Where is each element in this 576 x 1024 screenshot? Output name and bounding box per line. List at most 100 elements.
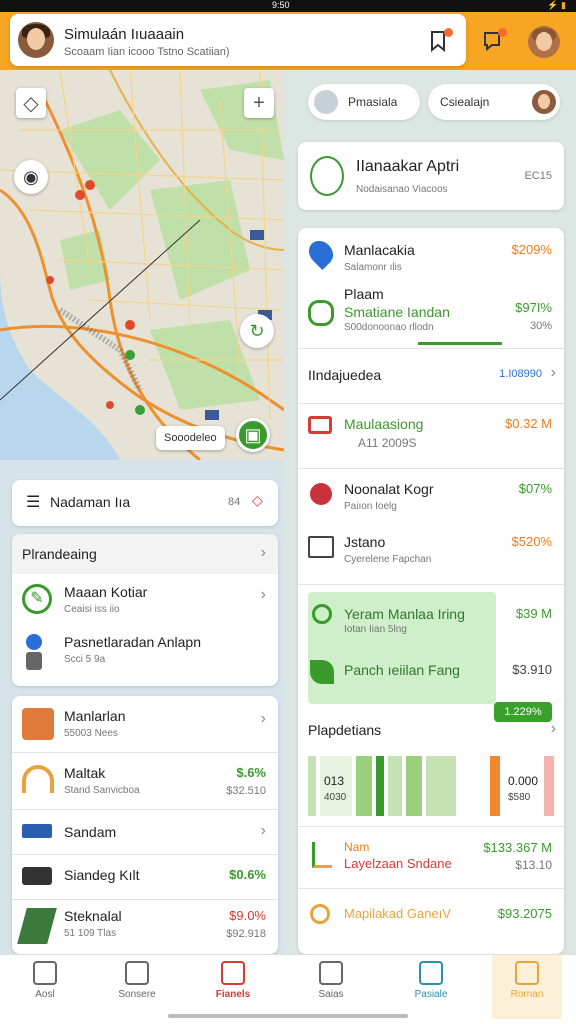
list-item[interactable]: Jstano Cyerelene Fapchan $520% — [298, 524, 564, 584]
list-item-value: $3.910 — [512, 662, 552, 677]
check-icon — [125, 961, 149, 985]
list-item-sub: Scci 5 9a — [64, 654, 106, 665]
list-item[interactable]: Manlarlan 55003 Nees › — [12, 696, 278, 752]
map-action-icon[interactable]: ▣ — [236, 418, 270, 452]
list-item[interactable]: Steknalal 51 109 Tlas $9.0% $92.918 — [12, 900, 278, 954]
bar — [490, 756, 500, 816]
progress-bar — [418, 342, 502, 345]
right-column: Pmasiala Csiealajn IIanaakar Aptri Nodai… — [284, 70, 576, 954]
profile-title: IIanaakar Aptri — [356, 158, 460, 175]
nav-item-stats[interactable]: Saias — [296, 961, 366, 1000]
search-label: Nadaman Iıa — [50, 494, 131, 510]
list-item[interactable]: ✎ Maaan Kotiar Ceaisi iss iio › — [12, 574, 278, 626]
list-item-sub: 51 109 Tlas — [64, 928, 117, 939]
house-icon — [515, 961, 539, 985]
list-item-sub: Stand Sanvicboa — [64, 785, 140, 796]
locate-icon[interactable]: ◇ — [16, 88, 46, 118]
section-header[interactable]: Plapdetians › — [298, 720, 564, 752]
section-title: IIndajuedea — [308, 367, 382, 383]
section-header[interactable]: IIndajuedea 1.I08990 › — [298, 349, 564, 403]
search-count: 84 — [228, 496, 241, 508]
list-item[interactable]: Yeram Manlaa Iring Iotan Iian 5lng $39 M — [298, 592, 564, 644]
list-item[interactable]: Noonalat Kogr Paiıon Ioelg $07% — [298, 469, 564, 523]
flower-icon — [310, 483, 332, 505]
section-header[interactable]: Plrandeaing › — [12, 534, 278, 574]
nav-item-home[interactable]: Aosl — [10, 961, 80, 1000]
list-item[interactable]: Mapilakad GaneıV $93.2075 — [298, 890, 564, 944]
bar-sub: 4030 — [324, 792, 347, 803]
list-item-value2: $92.918 — [226, 928, 266, 940]
list-item[interactable]: Panch ıeiilan Fang $3.910 — [298, 648, 564, 702]
list-item[interactable]: Maltak Stand Sanvicboa $.6% $32.510 — [12, 753, 278, 809]
avatar — [532, 90, 556, 114]
nav-item-more[interactable]: Rornan — [492, 955, 562, 1019]
bar — [356, 756, 372, 816]
user-icon — [314, 90, 338, 114]
list-item-title: Noonalat Kogr — [344, 481, 434, 497]
leaf-icon — [310, 660, 334, 684]
list-item-value: $9.0% — [229, 908, 266, 923]
section-card-2: Manlarlan 55003 Nees › Maltak Stand Sanv… — [12, 696, 278, 954]
list-item[interactable]: Sandam › — [12, 810, 278, 854]
leaf-icon: ✎ — [22, 584, 52, 614]
chevron-right-icon: › — [260, 822, 266, 839]
list-item-title: Yeram Manlaa Iring — [344, 606, 465, 622]
message-icon[interactable] — [482, 28, 507, 52]
road-icon — [17, 908, 57, 944]
list-item-title: Steknalal — [64, 908, 122, 924]
list-item-value2: $13.10 — [515, 858, 552, 872]
bookmark-icon[interactable] — [428, 28, 453, 53]
zoom-in-button[interactable]: + — [244, 88, 274, 118]
app-header: Simulaán Iıuaaain Scoaam Iian icooo Tstn… — [0, 12, 576, 70]
status-icons: ⚡ ▮ — [547, 0, 566, 10]
map-place-label[interactable]: Sooodeleo — [156, 426, 225, 450]
pill-label: Csiealajn — [440, 95, 490, 109]
list-item[interactable]: Maulaasiong A11 2009S $0.32 M — [298, 404, 564, 468]
avatar[interactable] — [18, 22, 54, 58]
list-item-title: Pasnetlaradan Anlapn — [64, 634, 201, 650]
home-indicator[interactable] — [168, 1014, 408, 1018]
filter-pill-1[interactable]: Pmasiala — [308, 84, 420, 120]
lungs-icon — [308, 300, 334, 326]
list-item-value: $.6% — [236, 765, 266, 780]
nav-item-services[interactable]: Sonsere — [102, 961, 172, 1000]
list-item-title: Nam — [344, 840, 370, 854]
list-item[interactable]: Manlacakia Salamonr ılis $209% — [298, 228, 564, 284]
profile-card[interactable]: IIanaakar Aptri Nodaisanao Viacoos EC15 — [298, 142, 564, 210]
tag-icon[interactable]: ◇ — [252, 492, 263, 509]
nav-item-profile[interactable]: Pasiale — [396, 961, 466, 1000]
map-view[interactable]: ◇ + ◉ ↻ Sooodeleo ▣ — [0, 70, 284, 460]
list-item-value2: $32.510 — [226, 785, 266, 797]
list-item[interactable]: Pasnetlaradan Anlapn Scci 5 9a — [12, 626, 278, 682]
document-icon — [308, 536, 334, 558]
list-item-sub: Layelzaan Sndane — [344, 856, 452, 871]
list-item[interactable]: Nam Layelzaan Sndane $133.367 M $13.10 — [298, 828, 564, 888]
section-card-1: Plrandeaing › ✎ Maaan Kotiar Ceaisi iss … — [12, 534, 278, 686]
status-time: 9:50 — [272, 0, 290, 10]
list-item-value: $39 M — [515, 606, 552, 621]
refresh-icon[interactable]: ↻ — [240, 314, 274, 348]
profile-avatar[interactable] — [528, 26, 560, 58]
window-icon — [419, 961, 443, 985]
eye-icon[interactable]: ◉ — [14, 160, 48, 194]
bar — [406, 756, 422, 816]
target-icon — [312, 604, 332, 624]
list-item-sub: Cyerelene Fapchan — [344, 554, 432, 565]
nav-label: Rornan — [510, 989, 544, 1000]
ticket-icon — [22, 867, 52, 885]
list-item-value: $0.6% — [229, 867, 266, 882]
list-item-value: $93.2075 — [497, 906, 552, 921]
list-item[interactable]: Siandeg Kılt $0.6% — [12, 855, 278, 899]
filter-pill-2[interactable]: Csiealajn — [428, 84, 560, 120]
list-item-value: $133.367 M — [483, 840, 552, 855]
menu-icon[interactable]: ☰ — [26, 492, 40, 512]
tree-icon — [310, 156, 344, 196]
list-item[interactable]: Plaam Smatiane Iandan S00donoonao rllodn… — [298, 284, 564, 348]
nav-item-panels[interactable]: Fianels — [198, 961, 268, 1000]
nav-label: Pasiale — [414, 989, 448, 1000]
bridge-icon — [22, 765, 54, 793]
building-icon — [319, 961, 343, 985]
search-card[interactable]: ☰ Nadaman Iıa 84 ◇ — [12, 480, 278, 526]
section-value: 1.I08990 — [499, 368, 542, 380]
list-item-value: $07% — [518, 481, 552, 496]
